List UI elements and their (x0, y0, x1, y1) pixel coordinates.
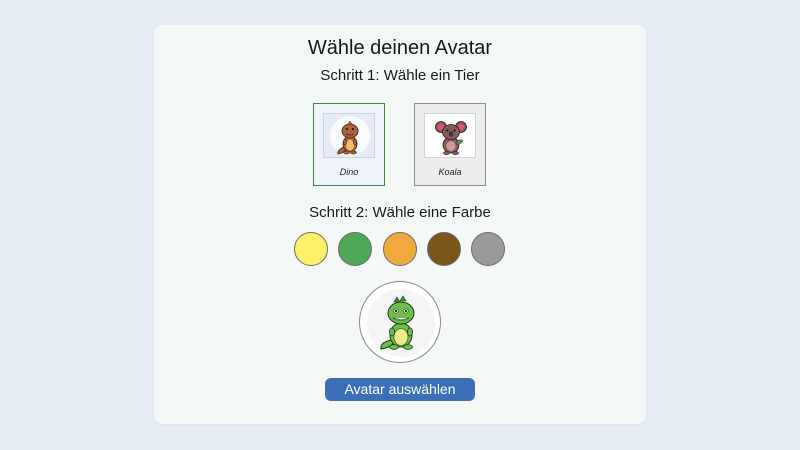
color-swatch-brown[interactable] (427, 232, 461, 266)
koala-icon (435, 121, 467, 155)
page-title: Wähle deinen Avatar (307, 37, 493, 59)
select-avatar-button[interactable]: Avatar auswählen (325, 378, 475, 401)
dino-icon (330, 116, 370, 156)
animal-label-koala: Koala (438, 167, 462, 177)
animal-option-koala[interactable]: Koala (414, 103, 486, 186)
green-dino-icon (367, 289, 435, 357)
step2-label: Schritt 2: Wähle eine Farbe (309, 204, 491, 221)
color-swatch-gray[interactable] (471, 232, 505, 266)
color-swatch-yellow[interactable] (294, 232, 328, 266)
koala-thumbnail (424, 113, 476, 158)
animal-option-dino[interactable]: Dino (313, 103, 385, 186)
color-swatch-orange[interactable] (383, 232, 417, 266)
dino-thumbnail (323, 113, 375, 158)
avatar-preview (359, 281, 441, 363)
animal-label-dino: Dino (339, 167, 359, 177)
avatar-picker-card: Wähle deinen Avatar Schritt 1: Wähle ein… (154, 25, 646, 424)
color-swatch-green[interactable] (338, 232, 372, 266)
step1-label: Schritt 1: Wähle ein Tier (320, 67, 480, 84)
